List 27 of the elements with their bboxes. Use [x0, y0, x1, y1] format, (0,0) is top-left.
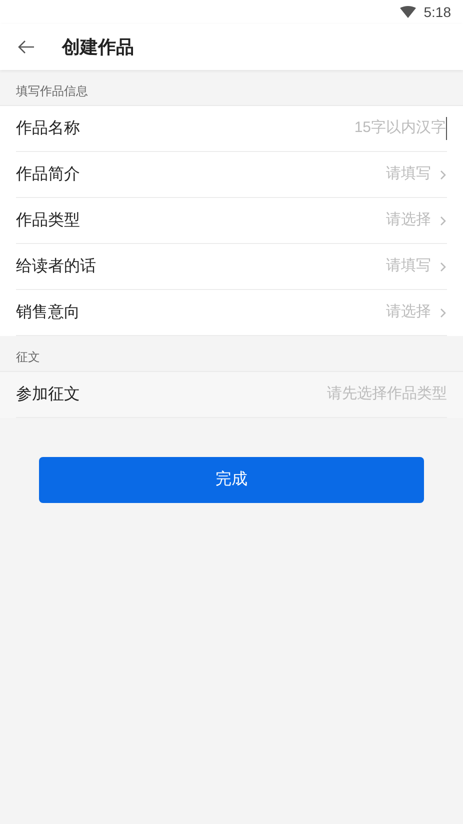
status-time: 5:18 [424, 2, 451, 22]
chevron-right-icon [439, 306, 447, 318]
chevron-right-icon [439, 168, 447, 180]
row-label: 作品简介 [16, 164, 80, 184]
section-title: 填写作品信息 [16, 83, 88, 100]
form-row[interactable]: 给读者的话 请填写 [0, 244, 463, 290]
row-label: 销售意向 [16, 302, 80, 322]
row-label: 给读者的话 [16, 256, 96, 276]
section-title: 征文 [16, 349, 40, 366]
form-row[interactable]: 销售意向 请选择 [0, 290, 463, 336]
row-value: 请填写 [386, 164, 431, 184]
row-value: 请选择 [386, 210, 431, 230]
row-value: 请选择 [386, 302, 431, 322]
input-field[interactable]: 15字以内汉字 [247, 117, 447, 140]
row-value: 请先选择作品类型 [327, 384, 447, 404]
chevron-right-icon [439, 260, 447, 272]
form-row[interactable]: 作品类型 请选择 [0, 198, 463, 244]
row-label: 作品名称 [16, 118, 80, 138]
row-label: 参加征文 [16, 384, 80, 404]
page-title: 创建作品 [62, 36, 134, 58]
chevron-right-icon [439, 214, 447, 226]
form-row[interactable]: 作品名称 15字以内汉字 [0, 106, 463, 152]
row-label: 作品类型 [16, 210, 80, 230]
row-value: 请填写 [386, 256, 431, 276]
form-row[interactable]: 作品简介 请填写 [0, 152, 463, 198]
submit-button[interactable]: 完成 [39, 457, 424, 503]
wifi-icon [400, 6, 416, 18]
